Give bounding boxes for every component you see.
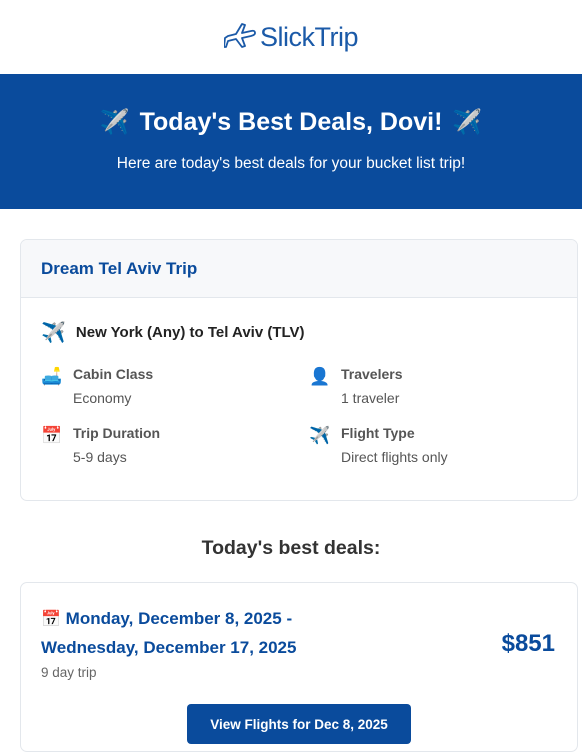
deals-heading: Today's best deals: xyxy=(201,537,381,559)
deal-date-end: Wednesday, December 17, 2025 xyxy=(41,638,297,657)
deal-duration: 9 day trip xyxy=(41,665,97,680)
airplane-icon: ✈️ xyxy=(452,109,483,136)
detail-flight-type: ✈️ Flight Type Direct flights only xyxy=(309,425,448,465)
detail-label: Trip Duration xyxy=(73,425,161,441)
view-flights-button[interactable]: View Flights for Dec 8, 2025 xyxy=(187,704,411,744)
route-text: New York (Any) to Tel Aviv (TLV) xyxy=(75,324,305,341)
hero-title: ✈️ Today's Best Deals, Dovi! ✈️ xyxy=(0,108,582,137)
hero-subtitle: Here are today's best deals for your buc… xyxy=(116,155,466,172)
detail-travelers: 👤 Travelers 1 traveler xyxy=(309,366,403,406)
deal-card: 📅 Monday, December 8, 2025 - Wednesday, … xyxy=(20,582,578,752)
detail-value: 1 traveler xyxy=(341,390,400,406)
airplane-logo-icon xyxy=(223,20,258,55)
detail-trip-duration: 📅 Trip Duration 5-9 days xyxy=(41,425,160,465)
person-icon: 👤 xyxy=(309,367,331,386)
trip-name: Dream Tel Aviv Trip xyxy=(21,240,577,298)
logo-bar: SlickTrip xyxy=(0,0,582,74)
trip-card: Dream Tel Aviv Trip ✈️ New York (Any) to… xyxy=(20,239,578,501)
brand-name: SlickTrip xyxy=(259,21,359,52)
detail-value: Direct flights only xyxy=(341,449,448,465)
detail-value: Economy xyxy=(73,390,132,406)
hero-banner: ✈️ Today's Best Deals, Dovi! ✈️ Here are… xyxy=(0,74,582,209)
airplane-icon: ✈️ xyxy=(309,426,331,445)
detail-value: 5-9 days xyxy=(73,449,127,465)
trip-route: ✈️ New York (Any) to Tel Aviv (TLV) xyxy=(41,320,305,345)
detail-cabin-class: 🛋️ Cabin Class Economy xyxy=(41,366,153,406)
detail-label: Travelers xyxy=(341,366,403,382)
deal-dates: 📅 Monday, December 8, 2025 - Wednesday, … xyxy=(41,605,341,662)
detail-label: Flight Type xyxy=(341,425,415,441)
detail-label: Cabin Class xyxy=(73,366,154,382)
deal-date-start: Monday, December 8, 2025 - xyxy=(65,609,293,628)
airplane-icon: ✈️ xyxy=(41,322,66,344)
brand-logo[interactable]: SlickTrip xyxy=(223,20,359,55)
airplane-icon: ✈️ xyxy=(99,109,130,136)
calendar-icon: 📅 xyxy=(41,611,61,628)
sofa-icon: 🛋️ xyxy=(41,367,63,386)
deal-price: $851 xyxy=(501,630,555,657)
hero-title-text: Today's Best Deals, Dovi! xyxy=(139,108,443,136)
calendar-icon: 📅 xyxy=(41,426,63,445)
